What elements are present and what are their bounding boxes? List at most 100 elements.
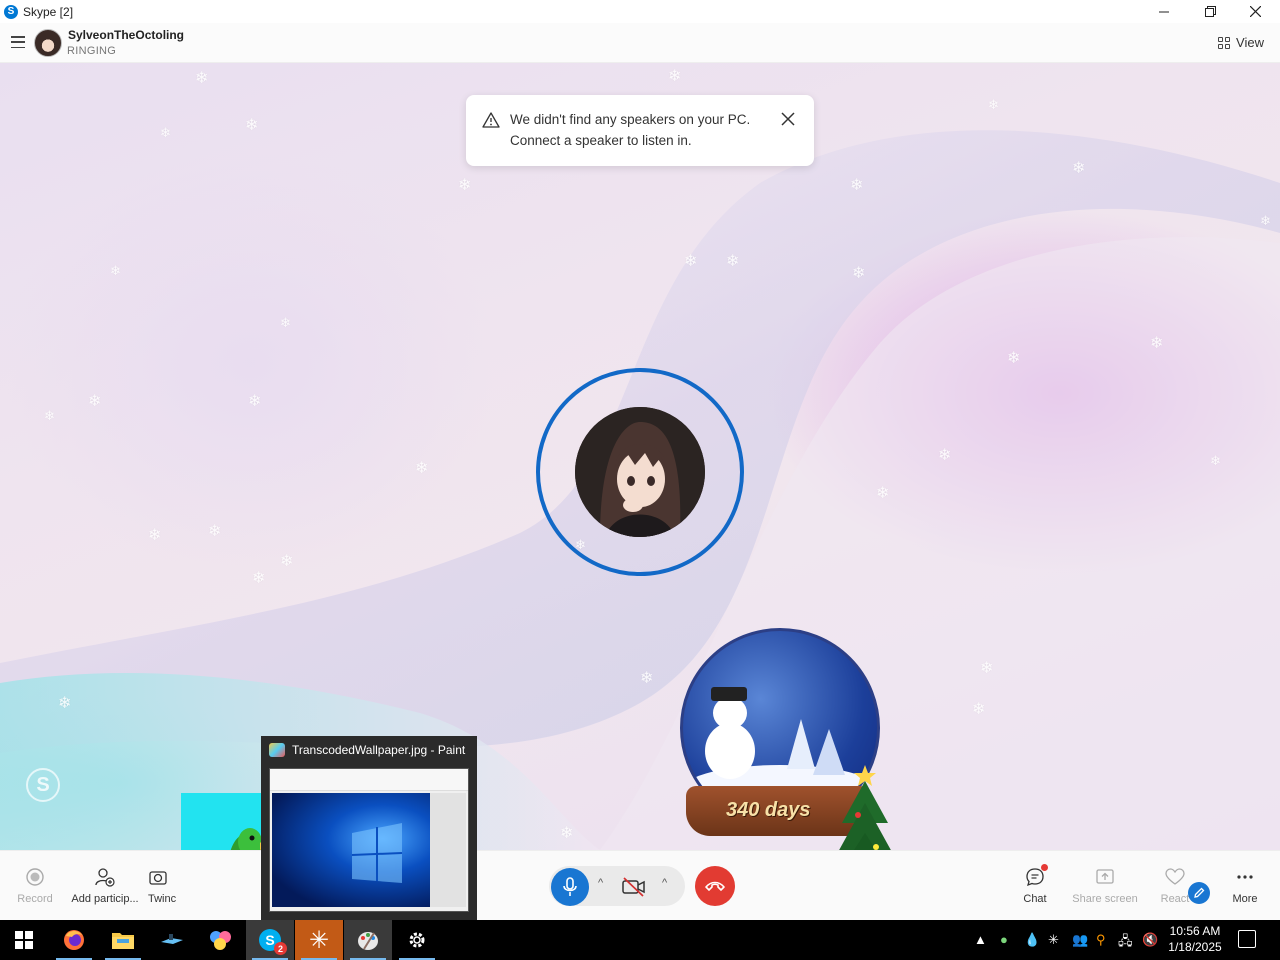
snowflake-icon: ❄	[684, 253, 698, 270]
microphone-button[interactable]	[551, 868, 589, 906]
restore-button[interactable]	[1187, 0, 1233, 23]
tray-app-icon[interactable]: ▲	[974, 932, 987, 947]
mic-options-chevron-icon[interactable]: ^	[598, 877, 603, 889]
clock-time: 10:56 AM	[1169, 924, 1221, 938]
windows-taskbar: S 2 ✳ ▲ ● 💧 ✳ 👥 ⚲ 🖧 🔇 10:56 AM 1/18/2025	[0, 920, 1280, 960]
skype-watermark-icon: S	[26, 768, 60, 802]
steam-icon	[161, 934, 183, 944]
record-button[interactable]: Record	[0, 851, 70, 921]
windows-start-icon	[15, 931, 33, 949]
chat-button[interactable]: Chat	[1000, 851, 1070, 921]
grid-view-icon	[1218, 36, 1231, 49]
skype-logo-icon: S	[4, 4, 18, 19]
more-dots-icon	[1237, 875, 1253, 879]
snowflake-icon: ❄	[1210, 453, 1221, 468]
share-screen-icon	[1096, 869, 1114, 884]
camera-button[interactable]	[619, 873, 649, 901]
minimize-icon	[1159, 11, 1169, 12]
folder-icon	[112, 933, 134, 949]
heart-icon	[1165, 868, 1185, 885]
record-label: Record	[17, 893, 53, 905]
call-header: SylveonTheOctoling RINGING View	[0, 23, 1280, 63]
taskbar-firefox[interactable]	[50, 920, 98, 960]
call-controls-bar: Record Add particip... Twinc ^ ^ Chat Sh…	[0, 850, 1280, 920]
taskbar-file-explorer[interactable]	[99, 920, 147, 960]
share-screen-label: Share screen	[1072, 893, 1138, 905]
camera-options-chevron-icon[interactable]: ^	[662, 877, 667, 889]
snowflake-icon: ❄	[44, 408, 55, 423]
taskbar-settings[interactable]	[393, 920, 441, 960]
minimize-button[interactable]	[1141, 0, 1187, 23]
snowflake-icon: ❄	[160, 125, 171, 140]
taskbar-paint-3d[interactable]	[197, 920, 245, 960]
start-button[interactable]	[0, 920, 48, 960]
contact-avatar[interactable]	[34, 29, 62, 57]
anime-girl-avatar	[575, 407, 705, 537]
chat-label: Chat	[1023, 893, 1047, 905]
pencil-icon	[1194, 887, 1205, 898]
record-icon	[26, 868, 44, 886]
christmas-tree-icon	[839, 765, 891, 850]
warning-icon	[482, 112, 500, 128]
snowflake-icon: ❄	[195, 70, 209, 87]
snowflake-icon: ❄	[1072, 160, 1086, 177]
snowflake-icon: ❄	[852, 265, 866, 282]
snowflake-icon: ❄	[972, 701, 986, 718]
snowflake-icon: ❄	[245, 117, 259, 134]
toast-message-line2: Connect a speaker to listen in.	[510, 133, 692, 148]
tray-shield-icon[interactable]: ●	[1000, 932, 1008, 947]
tray-snowflake-icon[interactable]: ✳	[1048, 932, 1059, 948]
snowflake-icon: ❄	[110, 263, 121, 278]
unread-dot	[1041, 864, 1048, 871]
edit-button[interactable]	[1188, 882, 1210, 904]
taskbar-paint[interactable]	[344, 920, 392, 960]
snowflake-icon: ❄	[876, 485, 890, 502]
paint-icon	[358, 932, 378, 950]
paint-app-icon	[269, 743, 285, 757]
title-bar: S Skype [2]	[0, 0, 1280, 23]
taskbar-snowflake-app[interactable]: ✳	[295, 920, 343, 960]
contact-name: SylveonTheOctoling	[68, 28, 185, 42]
taskbar-window-preview[interactable]: TranscodedWallpaper.jpg - Paint	[261, 736, 477, 920]
twinc-button[interactable]: Twinc	[148, 851, 188, 921]
view-button[interactable]: View	[1218, 35, 1264, 50]
snowflake-icon: ❄	[148, 527, 162, 544]
snowflake-icon: ❄	[88, 393, 102, 410]
preview-thumbnail	[269, 768, 469, 912]
snowflake-icon: ❄	[1260, 213, 1271, 228]
close-icon[interactable]	[780, 111, 796, 127]
more-button[interactable]: More	[1210, 851, 1280, 921]
system-clock[interactable]: 10:56 AM 1/18/2025	[1164, 923, 1226, 955]
snowflake-icon: ❄	[726, 253, 740, 270]
camera-off-icon	[622, 877, 645, 897]
end-call-button[interactable]	[695, 866, 735, 906]
volume-muted-icon[interactable]: 🔇	[1142, 932, 1158, 948]
snowflake-icon: ❄	[208, 523, 222, 540]
menu-icon[interactable]	[11, 36, 25, 48]
hang-up-icon	[705, 881, 725, 891]
snowflake-icon: ❄	[1150, 335, 1164, 352]
react-label: React	[1160, 893, 1190, 905]
camera-snapshot-icon	[149, 871, 167, 885]
taskbar-skype[interactable]: S 2	[246, 920, 294, 960]
preview-title: TranscodedWallpaper.jpg - Paint	[292, 743, 466, 757]
share-screen-button[interactable]: Share screen	[1070, 851, 1140, 921]
network-icon[interactable]: 🖧	[1118, 932, 1133, 954]
tray-search-icon[interactable]: ⚲	[1096, 932, 1106, 948]
add-participants-button[interactable]: Add particip...	[70, 851, 140, 921]
contact-avatar-large	[575, 407, 705, 537]
snowflake-icon: ❄	[248, 393, 262, 410]
call-stage: ❄ ❄ ❄ ❄ ❄ ❄ ❄ ❄ ❄ ❄ ❄ ❄ ❄ ❄ ❄ ❄ ❄ ❄ ❄ ❄ …	[0, 63, 1280, 850]
close-window-button[interactable]	[1232, 0, 1278, 23]
add-participants-label: Add particip...	[71, 893, 139, 905]
snowflake-icon: ❄	[988, 97, 999, 112]
firefox-icon	[64, 930, 84, 950]
taskbar-steam[interactable]	[148, 920, 196, 960]
snowflake-icon: ❄	[280, 553, 294, 570]
tray-drop-icon[interactable]: 💧	[1024, 932, 1040, 948]
snowflake-icon: ❄	[560, 825, 574, 842]
tray-people-icon[interactable]: 👥	[1072, 932, 1088, 948]
call-status: RINGING	[67, 45, 117, 57]
snowflake-app-icon: ✳	[308, 926, 330, 954]
action-center-icon[interactable]	[1238, 930, 1256, 948]
